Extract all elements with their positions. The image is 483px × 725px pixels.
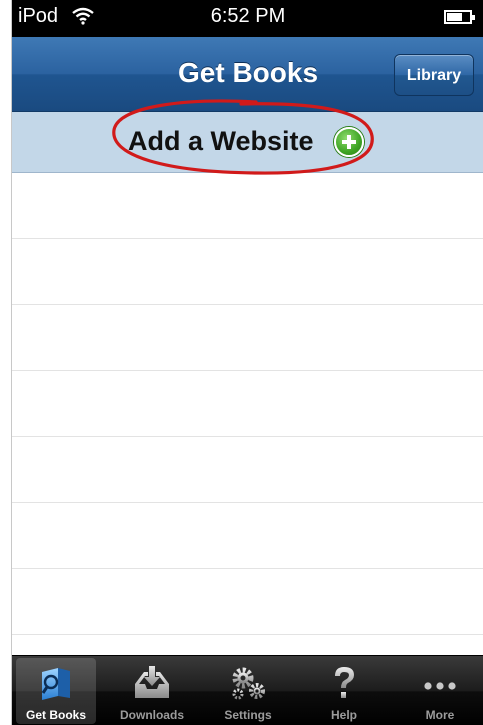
tab-label: Settings <box>224 708 272 722</box>
list-item <box>12 437 483 503</box>
download-tray-icon <box>135 666 169 698</box>
list-item <box>12 239 483 305</box>
tab-get-books[interactable]: Get Books <box>16 658 96 724</box>
navigation-bar: Get Books Library <box>12 37 483 112</box>
app-screen: iPod 6:52 PM Get Books Library Add a Web… <box>11 0 483 725</box>
list-item <box>12 173 483 239</box>
tab-label: Get Books <box>25 708 86 722</box>
book-icon <box>41 668 70 700</box>
question-icon <box>335 667 354 698</box>
library-button[interactable]: Library <box>394 54 474 96</box>
tab-bar: Get Books Downloads Settings Help More <box>12 655 483 725</box>
tab-label: Downloads <box>119 708 184 722</box>
list-item <box>12 305 483 371</box>
list-item <box>12 569 483 635</box>
battery-icon <box>444 10 475 24</box>
more-dots-icon <box>424 682 456 690</box>
tab-more[interactable]: More <box>400 658 480 724</box>
tab-downloads[interactable]: Downloads <box>112 658 192 724</box>
tab-label: More <box>425 708 455 722</box>
add-website-row[interactable]: Add a Website <box>12 112 483 173</box>
list-item <box>12 371 483 437</box>
plus-circle-icon[interactable] <box>334 127 364 157</box>
gears-icon <box>232 667 265 700</box>
tab-help[interactable]: Help <box>304 658 384 724</box>
list-item <box>12 503 483 569</box>
add-website-label: Add a Website <box>128 126 314 156</box>
tab-settings[interactable]: Settings <box>208 658 288 724</box>
status-bar: iPod 6:52 PM <box>12 0 483 37</box>
tab-label: Help <box>330 708 357 722</box>
status-time: 6:52 PM <box>210 5 286 27</box>
